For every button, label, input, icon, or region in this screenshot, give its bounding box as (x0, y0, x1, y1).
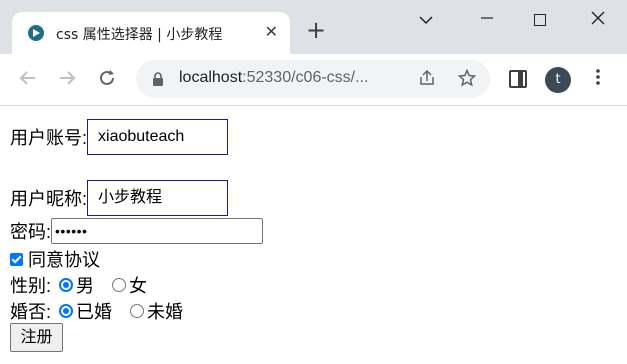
new-tab-button[interactable]: + (306, 18, 326, 42)
gender-option-female: 女 (129, 276, 148, 296)
agree-checkbox[interactable] (10, 252, 23, 266)
agree-label: 同意协议 (28, 250, 100, 270)
window-close-button[interactable] (586, 10, 610, 30)
more-menu-icon[interactable] (590, 68, 606, 90)
nickname-input[interactable]: 小步教程 (87, 180, 229, 216)
tab-strip: css 属性选择器 | 小步教程 ✕ + (0, 0, 627, 54)
account-row: 用户账号: xiaobuteach (10, 119, 229, 155)
submit-row: 注册 (10, 323, 63, 352)
maximize-button[interactable] (528, 10, 552, 30)
password-label: 密码: (10, 222, 52, 242)
nickname-row: 用户昵称: 小步教程 (10, 180, 229, 216)
married-row: 婚否: 已婚 未婚 (10, 298, 183, 324)
gender-label: 性别: (10, 276, 52, 296)
lock-icon[interactable] (150, 71, 166, 87)
password-row: 密码: •••••• (10, 218, 264, 244)
maximize-icon (534, 14, 546, 26)
password-input[interactable]: •••••• (51, 218, 264, 244)
side-panel-icon[interactable] (509, 70, 527, 88)
gender-row: 性别: 男 女 (10, 272, 147, 298)
account-label: 用户账号: (10, 128, 88, 148)
reload-icon[interactable] (97, 68, 117, 93)
page-content: 用户账号: xiaobuteach 用户昵称: 小步教程 密码: •••••• … (10, 107, 627, 364)
back-arrow-icon[interactable] (18, 68, 38, 93)
married-radio-yes[interactable] (59, 304, 74, 318)
tab-search-chevron-icon[interactable] (414, 10, 438, 30)
married-option-yes: 已婚 (76, 302, 113, 322)
account-input[interactable]: xiaobuteach (87, 119, 229, 155)
gender-option-male: 男 (76, 276, 95, 296)
share-icon[interactable] (418, 69, 436, 92)
married-label: 婚否: (10, 302, 52, 322)
url-text: localhost:52330/c06-css/... (179, 69, 369, 86)
gender-radio-male[interactable] (59, 278, 74, 292)
forward-arrow-icon[interactable] (57, 68, 77, 93)
address-bar[interactable]: localhost:52330/c06-css/... (136, 60, 490, 98)
browser-tab[interactable]: css 属性选择器 | 小步教程 ✕ (12, 12, 290, 54)
register-button[interactable]: 注册 (10, 323, 63, 352)
married-option-no: 未婚 (147, 302, 184, 322)
site-favicon-icon (28, 25, 44, 41)
nickname-label: 用户昵称: (10, 189, 88, 209)
tab-title: css 属性选择器 | 小步教程 (56, 27, 223, 43)
minimize-button[interactable] (475, 10, 499, 30)
browser-toolbar: localhost:52330/c06-css/... t (0, 54, 627, 106)
gender-radio-female[interactable] (112, 278, 127, 292)
star-icon[interactable] (457, 68, 477, 92)
tab-close-icon[interactable]: ✕ (265, 22, 278, 42)
agree-row: 同意协议 (4, 246, 100, 272)
married-radio-no[interactable] (130, 304, 145, 318)
profile-avatar[interactable]: t (545, 67, 571, 93)
